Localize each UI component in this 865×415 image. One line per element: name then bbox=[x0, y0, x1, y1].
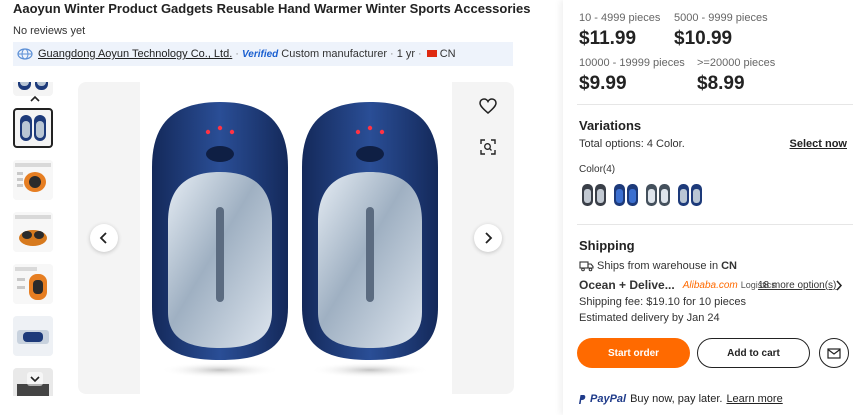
swatch-image bbox=[614, 184, 638, 206]
thumbnail-3[interactable] bbox=[13, 212, 53, 252]
price-tier-range: 5000 - 9999 pieces bbox=[674, 12, 768, 24]
shipping-title: Shipping bbox=[579, 238, 635, 253]
section-divider bbox=[577, 104, 853, 105]
ships-from-text: Ships from warehouse in bbox=[597, 260, 719, 272]
price-tier-range: 10 - 4999 pieces bbox=[579, 12, 661, 24]
swatch-image bbox=[582, 184, 606, 206]
paypal-logo: PayPal bbox=[590, 393, 627, 405]
color-swatch-1[interactable] bbox=[579, 180, 609, 210]
variations-total: Total options: 4 Color. bbox=[579, 138, 685, 150]
thumbnail-5[interactable] bbox=[13, 316, 53, 356]
supplier-bar: Guangdong Aoyun Technology Co., Ltd. · V… bbox=[13, 42, 513, 66]
product-title: Aaoyun Winter Product Gadgets Reusable H… bbox=[13, 1, 531, 16]
ships-from-row: Ships from warehouse in CN bbox=[579, 260, 737, 272]
supplier-years: 1 yr bbox=[396, 48, 416, 60]
thumbnail-image bbox=[13, 264, 53, 304]
price-tier-value: $9.99 bbox=[579, 73, 627, 94]
contact-supplier-button[interactable] bbox=[819, 338, 849, 368]
review-status: No reviews yet bbox=[13, 25, 86, 37]
thumbnail-strip bbox=[13, 82, 55, 396]
price-tier-value: $8.99 bbox=[697, 73, 745, 94]
separator-dot: · bbox=[235, 48, 239, 60]
thumbnail-image bbox=[13, 212, 53, 252]
add-to-cart-button[interactable]: Add to cart bbox=[697, 338, 810, 368]
main-image-gallery bbox=[78, 82, 514, 394]
section-divider bbox=[577, 224, 853, 225]
image-search-icon bbox=[480, 139, 496, 155]
heart-icon bbox=[479, 98, 497, 114]
thumbnail-4[interactable] bbox=[13, 264, 53, 304]
thumbnail-down-button[interactable] bbox=[27, 372, 43, 386]
favorite-button[interactable] bbox=[475, 93, 501, 119]
variations-title: Variations bbox=[579, 118, 642, 133]
truck-icon bbox=[579, 261, 594, 272]
learn-more-link[interactable]: Learn more bbox=[726, 393, 782, 405]
shipping-method: Ocean + Delive... bbox=[579, 278, 675, 292]
thumbnail-up-button[interactable] bbox=[27, 91, 43, 105]
color-swatch-3[interactable] bbox=[643, 180, 673, 210]
mail-icon bbox=[827, 347, 841, 359]
price-tier-range: >=20000 pieces bbox=[697, 57, 776, 69]
paypal-row: PayPal Buy now, pay later. Learn more bbox=[577, 393, 783, 405]
paypal-icon bbox=[579, 394, 586, 404]
paypal-text: Buy now, pay later. bbox=[630, 393, 723, 405]
swatch-image bbox=[646, 184, 670, 206]
start-order-button[interactable]: Start order bbox=[577, 338, 690, 368]
supplier-name-link[interactable]: Guangdong Aoyun Technology Co., Ltd. bbox=[38, 48, 232, 60]
chevron-up-icon bbox=[30, 95, 40, 102]
color-swatches bbox=[579, 180, 705, 210]
chevron-right-icon bbox=[485, 232, 493, 244]
color-swatch-2[interactable] bbox=[611, 180, 641, 210]
estimated-delivery: Estimated delivery by Jan 24 bbox=[579, 312, 720, 324]
separator-dot: · bbox=[418, 48, 422, 60]
verified-badge: Verified bbox=[241, 48, 279, 60]
swatch-image bbox=[678, 184, 702, 206]
thumbnail-1[interactable] bbox=[13, 108, 53, 148]
gallery-prev-button[interactable] bbox=[90, 224, 118, 252]
supplier-country: CN bbox=[439, 48, 456, 60]
select-now-link[interactable]: Select now bbox=[790, 138, 847, 150]
price-tier-range: 10000 - 19999 pieces bbox=[579, 57, 685, 69]
price-tier-value: $11.99 bbox=[579, 28, 637, 49]
supplier-badge-icon bbox=[17, 48, 33, 60]
alibaba-logistics-logo: Alibaba.com bbox=[682, 279, 738, 291]
color-label: Color(4) bbox=[579, 164, 616, 175]
thumbnail-2[interactable] bbox=[13, 160, 53, 200]
ships-from-country: CN bbox=[721, 260, 737, 272]
shipping-method-row: Ocean + Delive... Alibaba.com Logistics bbox=[579, 278, 776, 292]
image-search-button[interactable] bbox=[475, 134, 501, 160]
thumbnail-image bbox=[13, 160, 53, 200]
chevron-down-icon bbox=[30, 375, 40, 382]
more-shipping-options-link[interactable]: 18 more option(s) bbox=[758, 280, 836, 291]
price-tier-value: $10.99 bbox=[674, 28, 733, 49]
purchase-panel: 10 - 4999 pieces $11.99 5000 - 9999 piec… bbox=[563, 0, 865, 415]
gallery-next-button[interactable] bbox=[474, 224, 502, 252]
product-image bbox=[140, 82, 452, 394]
chevron-left-icon bbox=[99, 232, 107, 244]
separator-dot: · bbox=[390, 48, 394, 60]
supplier-type: Custom manufacturer bbox=[281, 48, 388, 60]
thumbnail-image bbox=[20, 115, 46, 141]
color-swatch-4[interactable] bbox=[675, 180, 705, 210]
shipping-fee: Shipping fee: $19.10 for 10 pieces bbox=[579, 296, 746, 308]
hand-warmer-image bbox=[152, 102, 438, 378]
china-flag-icon bbox=[426, 49, 437, 57]
chevron-right-icon[interactable] bbox=[835, 280, 843, 291]
thumbnail-image bbox=[13, 316, 53, 356]
